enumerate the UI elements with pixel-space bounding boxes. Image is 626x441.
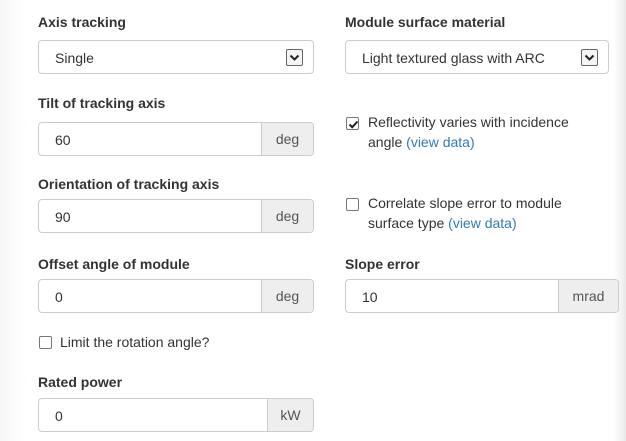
- correlate-checkbox[interactable]: [346, 198, 359, 211]
- axis-tracking-label: Axis tracking: [38, 14, 126, 30]
- left-edge-shadow: [0, 0, 28, 441]
- orientation-unit: deg: [261, 200, 313, 232]
- checkmark-icon: [348, 120, 359, 129]
- correlate-text-line1: Correlate slope error to module: [368, 195, 562, 211]
- module-surface-material-value: Light textured glass with ARC: [362, 50, 545, 66]
- tilt-input[interactable]: 60: [55, 132, 71, 148]
- chevron-down-icon[interactable]: [286, 49, 303, 66]
- correlate-text-line2: surface type: [368, 215, 445, 231]
- tilt-input-group[interactable]: 60 deg: [38, 122, 314, 156]
- offset-unit: deg: [261, 280, 313, 312]
- rated-power-input-group[interactable]: 0 kW: [38, 398, 314, 432]
- offset-input[interactable]: 0: [55, 289, 63, 305]
- axis-tracking-select[interactable]: Single: [38, 40, 314, 74]
- orientation-input[interactable]: 90: [55, 209, 71, 225]
- correlate-text-line2-wrap: surface type (view data): [368, 213, 562, 233]
- module-surface-material-label: Module surface material: [345, 14, 506, 30]
- slope-error-input-group[interactable]: 10 mrad: [345, 279, 619, 313]
- tilt-unit: deg: [261, 123, 313, 155]
- correlate-label: Correlate slope error to module surface …: [368, 193, 562, 233]
- slope-error-label: Slope error: [345, 256, 420, 272]
- reflectivity-view-data-link[interactable]: (view data): [406, 134, 474, 150]
- rated-power-unit: kW: [267, 399, 313, 431]
- offset-input-group[interactable]: 0 deg: [38, 279, 314, 313]
- offset-label: Offset angle of module: [38, 256, 190, 272]
- orientation-label: Orientation of tracking axis: [38, 176, 220, 192]
- right-edge-shadow: [614, 0, 626, 441]
- tilt-label: Tilt of tracking axis: [38, 95, 166, 111]
- rated-power-input[interactable]: 0: [55, 408, 63, 424]
- module-surface-material-select[interactable]: Light textured glass with ARC: [345, 40, 609, 74]
- limit-rotation-label: Limit the rotation angle?: [60, 334, 210, 350]
- reflectivity-text-line1: Reflectivity varies with incidence: [368, 114, 569, 130]
- reflectivity-label: Reflectivity varies with incidence angle…: [368, 112, 569, 152]
- slope-error-unit: mrad: [558, 280, 618, 312]
- orientation-input-group[interactable]: 90 deg: [38, 199, 314, 233]
- limit-rotation-checkbox[interactable]: [39, 336, 52, 349]
- correlate-view-data-link[interactable]: (view data): [448, 215, 516, 231]
- chevron-down-icon[interactable]: [581, 49, 598, 66]
- settings-panel: Axis tracking Single Tilt of tracking ax…: [0, 0, 626, 441]
- reflectivity-text-line2: angle: [368, 134, 403, 150]
- axis-tracking-value: Single: [55, 50, 94, 66]
- reflectivity-text-line2-wrap: angle (view data): [368, 132, 569, 152]
- reflectivity-checkbox[interactable]: [346, 117, 359, 130]
- slope-error-input[interactable]: 10: [362, 289, 378, 305]
- rated-power-label: Rated power: [38, 374, 123, 390]
